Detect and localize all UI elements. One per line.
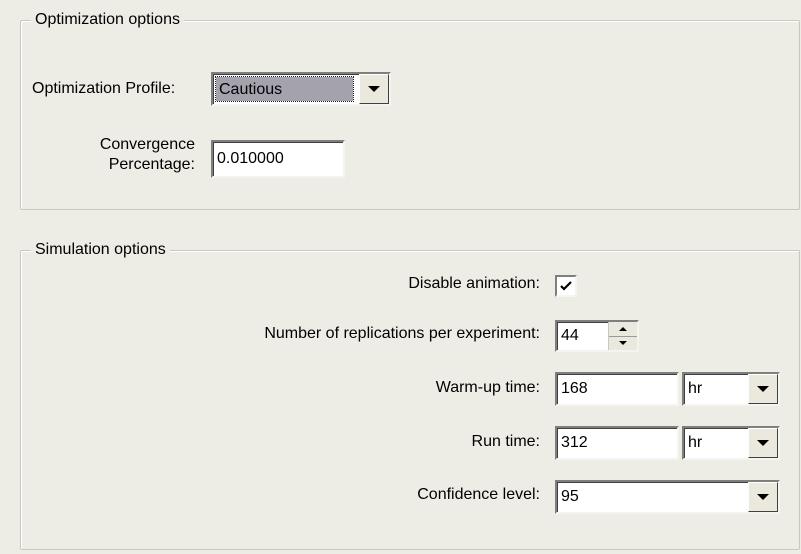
- optimization-profile-dropdown-button[interactable]: [359, 74, 389, 104]
- optimization-options-group: Optimization options: [20, 10, 800, 210]
- replications-spin-buttons[interactable]: [608, 322, 637, 350]
- warmup-unit-value: hr: [688, 380, 703, 397]
- warmup-time-input[interactable]: 168: [555, 372, 679, 406]
- optimization-profile-label: Optimization Profile:: [32, 80, 176, 97]
- optimization-profile-dropdown[interactable]: Cautious: [211, 72, 391, 106]
- disable-animation-checkbox[interactable]: [555, 275, 577, 297]
- disable-animation-label: Disable animation:: [408, 275, 540, 292]
- warmup-unit-dropdown[interactable]: hr: [682, 372, 780, 406]
- replications-value: 44: [561, 327, 579, 344]
- run-time-unit-dropdown-button[interactable]: [748, 428, 778, 458]
- replications-label: Number of replications per experiment:: [264, 325, 540, 342]
- spinner-down-icon: [619, 341, 627, 345]
- warmup-time-label: Warm-up time:: [435, 379, 540, 396]
- spinner-up-button[interactable]: [609, 322, 637, 337]
- confidence-level-dropdown-button[interactable]: [748, 482, 778, 512]
- options-panel: Optimization options Optimization Profil…: [0, 0, 801, 554]
- replications-spinner[interactable]: 44: [555, 320, 639, 352]
- convergence-percentage-value: 0.010000: [217, 150, 284, 167]
- warmup-unit-dropdown-button[interactable]: [748, 374, 778, 404]
- convergence-percentage-input[interactable]: 0.010000: [211, 140, 345, 178]
- optimization-profile-value: Cautious: [215, 76, 354, 102]
- chevron-down-icon: [757, 440, 769, 446]
- run-time-input[interactable]: 312: [555, 426, 679, 460]
- chevron-down-icon: [757, 386, 769, 392]
- simulation-options-legend: Simulation options: [31, 240, 170, 260]
- warmup-time-value: 168: [561, 380, 588, 397]
- chevron-down-icon: [368, 86, 380, 92]
- optimization-options-legend: Optimization options: [31, 10, 184, 30]
- check-icon: [560, 281, 572, 291]
- confidence-level-dropdown[interactable]: 95: [555, 480, 780, 514]
- run-time-value: 312: [561, 434, 588, 451]
- run-time-unit-dropdown[interactable]: hr: [682, 426, 780, 460]
- run-time-label: Run time:: [471, 433, 540, 450]
- run-time-unit-value: hr: [688, 434, 703, 451]
- confidence-level-label: Confidence level:: [417, 486, 540, 503]
- convergence-label-line2: Percentage:: [108, 156, 195, 173]
- chevron-down-icon: [757, 494, 769, 500]
- convergence-label-line1: Convergence: [99, 136, 195, 153]
- confidence-level-value: 95: [561, 488, 579, 505]
- spinner-down-button[interactable]: [609, 336, 637, 350]
- spinner-up-icon: [619, 327, 627, 331]
